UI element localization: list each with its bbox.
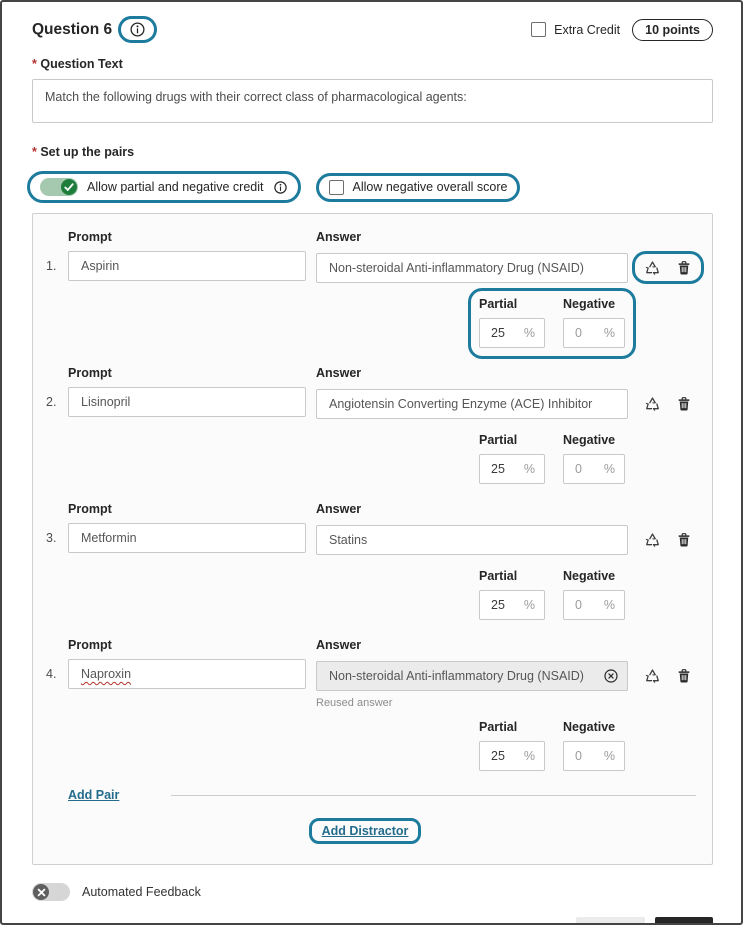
prompt-label: Prompt bbox=[68, 636, 306, 654]
partial-label: Partial bbox=[479, 569, 517, 583]
partial-label: Partial bbox=[479, 297, 517, 311]
negative-input[interactable]: 0 % bbox=[563, 590, 625, 620]
partial-input[interactable]: 25 % bbox=[479, 590, 545, 620]
partial-input[interactable]: 25 % bbox=[479, 741, 545, 771]
automated-feedback-toggle[interactable] bbox=[32, 883, 70, 901]
footer-actions: Cancel Save bbox=[32, 917, 713, 925]
pair-row-1: 1. Prompt Aspirin Answer Non-steroidal A… bbox=[46, 228, 704, 359]
annotation-highlight-partial-negative: Partial 25 % Negative 0 % bbox=[468, 288, 636, 359]
reuse-answer-icon[interactable] bbox=[644, 260, 661, 276]
pairs-container: 1. Prompt Aspirin Answer Non-steroidal A… bbox=[32, 213, 713, 865]
pair-number: 4. bbox=[46, 636, 68, 782]
annotation-highlight-pair-actions bbox=[632, 251, 704, 284]
answer-label: Answer bbox=[316, 636, 704, 654]
add-distractor-link[interactable]: Add Distractor bbox=[322, 824, 409, 838]
pair-row-3: 3. Prompt Metformin Answer Statins bbox=[46, 500, 704, 631]
annotation-highlight-partial-credit: Allow partial and negative credit bbox=[27, 171, 301, 203]
info-icon[interactable] bbox=[129, 21, 146, 38]
partial-credit-label: Allow partial and negative credit bbox=[87, 180, 264, 194]
question-text-label: Question Text bbox=[32, 55, 713, 73]
pair-number: 1. bbox=[46, 228, 68, 359]
page-title: Question 6 bbox=[32, 21, 112, 39]
answer-input[interactable]: Statins bbox=[316, 525, 628, 555]
reused-answer-caption: Reused answer bbox=[316, 697, 704, 709]
answer-label: Answer bbox=[316, 228, 704, 246]
prompt-input[interactable]: Lisinopril bbox=[68, 387, 306, 417]
pair-actions bbox=[632, 659, 704, 692]
pair-actions bbox=[632, 387, 704, 420]
delete-pair-icon[interactable] bbox=[676, 395, 692, 412]
delete-pair-icon[interactable] bbox=[676, 259, 692, 276]
negative-overall-score-checkbox[interactable] bbox=[329, 180, 344, 195]
toggle-x-icon bbox=[33, 884, 49, 900]
partial-negative-group: Partial 25 % Negative 0 % bbox=[468, 711, 636, 782]
negative-overall-score-label: Allow negative overall score bbox=[353, 180, 508, 194]
negative-input[interactable]: 0 % bbox=[563, 318, 625, 348]
cancel-button[interactable]: Cancel bbox=[576, 917, 645, 925]
annotation-highlight-add-distractor: Add Distractor bbox=[309, 818, 422, 844]
extra-credit-checkbox[interactable] bbox=[531, 22, 546, 37]
negative-label: Negative bbox=[563, 720, 615, 734]
question-editor-panel: Question 6 Extra Credit 10 points Questi… bbox=[0, 0, 743, 925]
partial-negative-group: Partial 25 % Negative 0 % bbox=[468, 424, 636, 495]
answer-input[interactable]: Angiotensin Converting Enzyme (ACE) Inhi… bbox=[316, 389, 628, 419]
prompt-input[interactable]: Aspirin bbox=[68, 251, 306, 281]
info-icon[interactable] bbox=[273, 180, 288, 195]
automated-feedback-row: Automated Feedback bbox=[32, 883, 713, 901]
automated-feedback-label: Automated Feedback bbox=[82, 885, 201, 899]
add-pair-link[interactable]: Add Pair bbox=[68, 788, 119, 802]
pair-number: 3. bbox=[46, 500, 68, 631]
reused-answer-field: Non-steroidal Anti-inflammatory Drug (NS… bbox=[316, 661, 628, 691]
pair-row-4: 4. Prompt Naproxin Answer Non-steroidal … bbox=[46, 636, 704, 782]
header: Question 6 Extra Credit 10 points bbox=[32, 16, 713, 43]
pair-number: 2. bbox=[46, 364, 68, 495]
partial-input[interactable]: 25 % bbox=[479, 454, 545, 484]
save-button[interactable]: Save bbox=[655, 917, 714, 925]
reuse-answer-icon[interactable] bbox=[644, 668, 661, 684]
negative-label: Negative bbox=[563, 297, 615, 311]
setup-pairs-label: Set up the pairs bbox=[32, 143, 713, 161]
negative-input[interactable]: 0 % bbox=[563, 741, 625, 771]
answer-input[interactable]: Non-steroidal Anti-inflammatory Drug (NS… bbox=[316, 253, 628, 283]
annotation-highlight-title-info bbox=[118, 16, 157, 43]
partial-credit-toggle[interactable] bbox=[40, 178, 78, 196]
prompt-input[interactable]: Metformin bbox=[68, 523, 306, 553]
answer-label: Answer bbox=[316, 364, 704, 382]
remove-reused-answer-icon[interactable] bbox=[603, 668, 619, 684]
pair-actions bbox=[632, 523, 704, 556]
pair-row-2: 2. Prompt Lisinopril Answer Angiotensin … bbox=[46, 364, 704, 495]
negative-label: Negative bbox=[563, 433, 615, 447]
prompt-label: Prompt bbox=[68, 364, 306, 382]
answer-label: Answer bbox=[316, 500, 704, 518]
distractor-row: Add Distractor bbox=[26, 818, 704, 844]
extra-credit-option: Extra Credit bbox=[531, 22, 620, 37]
question-text-input[interactable]: Match the following drugs with their cor… bbox=[32, 79, 713, 123]
partial-label: Partial bbox=[479, 433, 517, 447]
prompt-label: Prompt bbox=[68, 228, 306, 246]
toggle-check-icon bbox=[61, 179, 77, 195]
points-badge[interactable]: 10 points bbox=[632, 19, 713, 41]
reuse-answer-icon[interactable] bbox=[644, 396, 661, 412]
prompt-input[interactable]: Naproxin bbox=[68, 659, 306, 689]
delete-pair-icon[interactable] bbox=[676, 667, 692, 684]
reuse-answer-icon[interactable] bbox=[644, 532, 661, 548]
partial-label: Partial bbox=[479, 720, 517, 734]
pairs-footer: Add Pair bbox=[46, 788, 704, 802]
extra-credit-label: Extra Credit bbox=[554, 23, 620, 37]
pair-options-row: Allow partial and negative credit Allow … bbox=[27, 171, 713, 203]
negative-input[interactable]: 0 % bbox=[563, 454, 625, 484]
delete-pair-icon[interactable] bbox=[676, 531, 692, 548]
negative-label: Negative bbox=[563, 569, 615, 583]
annotation-highlight-negative-score: Allow negative overall score bbox=[316, 173, 521, 202]
divider bbox=[171, 795, 696, 796]
prompt-label: Prompt bbox=[68, 500, 306, 518]
partial-input[interactable]: 25 % bbox=[479, 318, 545, 348]
partial-negative-group: Partial 25 % Negative 0 % bbox=[468, 560, 636, 631]
